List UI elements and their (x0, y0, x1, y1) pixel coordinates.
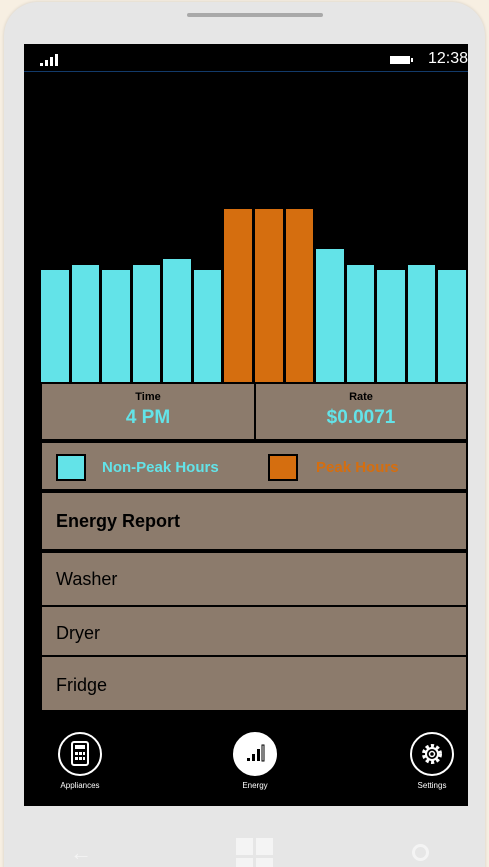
report-item-dryer[interactable]: Dryer (40, 605, 468, 662)
energy-report-title: Energy Report (56, 511, 181, 531)
peak-swatch (268, 454, 298, 481)
report-item-fridge[interactable]: Fridge (40, 655, 468, 712)
back-arrow-icon[interactable]: ← (70, 840, 92, 866)
nav-energy-label: Energy (242, 781, 268, 790)
chart-legend: Non-Peak Hours Peak Hours (40, 441, 468, 491)
non-peak-bar[interactable] (407, 265, 436, 382)
bottom-nav: Appliances Energy Settings (24, 724, 468, 806)
signal-strength-icon (40, 52, 64, 66)
nav-settings-label: Settings (417, 781, 447, 790)
nav-energy[interactable]: Energy (215, 732, 295, 790)
time-value: 4 PM (125, 407, 171, 428)
non-peak-swatch (56, 454, 86, 481)
non-peak-bar[interactable] (163, 259, 191, 382)
report-item-label: Washer (56, 569, 118, 589)
non-peak-legend-label: Non-Peak Hours (102, 459, 219, 476)
non-peak-bar[interactable] (193, 270, 222, 382)
windows-start-icon[interactable] (236, 838, 274, 867)
report-item-washer[interactable]: Washer (40, 551, 468, 608)
time-label: Time (135, 391, 161, 403)
non-peak-bar[interactable] (316, 249, 344, 382)
phone-screen: 12:38 Time 4 PM Rate $0.0071 Non-Peak Ho… (24, 44, 468, 806)
status-bar: 12:38 (24, 44, 468, 72)
report-item-label: Dryer (56, 623, 100, 643)
peak-bar[interactable] (224, 209, 252, 382)
rate-label: Rate (349, 391, 373, 403)
energy-rate-chart (40, 194, 468, 382)
calculator-icon[interactable] (58, 732, 102, 776)
non-peak-bar[interactable] (71, 265, 100, 382)
non-peak-bar[interactable] (346, 265, 375, 382)
time-cell: Time 4 PM (42, 384, 254, 439)
report-item-label: Fridge (56, 675, 108, 695)
nav-appliances-label: Appliances (60, 781, 100, 790)
non-peak-bar[interactable] (41, 270, 69, 382)
nav-appliances[interactable]: Appliances (40, 732, 120, 790)
battery-icon (390, 56, 413, 64)
phone-frame: 12:38 Time 4 PM Rate $0.0071 Non-Peak Ho… (4, 2, 485, 867)
peak-legend-label: Peak Hours (316, 459, 399, 476)
gear-icon[interactable] (410, 732, 454, 776)
energy-report-header: Energy Report (40, 491, 468, 551)
status-time: 12:38 (428, 50, 468, 67)
non-peak-bar[interactable] (132, 265, 161, 382)
non-peak-bar[interactable] (438, 270, 466, 382)
nav-settings[interactable]: Settings (392, 732, 468, 790)
rate-value: $0.0071 (326, 407, 396, 428)
search-icon[interactable] (412, 844, 429, 861)
energy-bars-icon[interactable] (233, 732, 277, 776)
non-peak-bar[interactable] (102, 270, 130, 382)
peak-bar[interactable] (255, 209, 283, 382)
peak-bar[interactable] (285, 209, 314, 382)
non-peak-bar[interactable] (377, 270, 405, 382)
rate-cell: Rate $0.0071 (254, 384, 466, 439)
rate-info-panel: Time 4 PM Rate $0.0071 (40, 382, 468, 441)
phone-speaker (187, 13, 323, 17)
